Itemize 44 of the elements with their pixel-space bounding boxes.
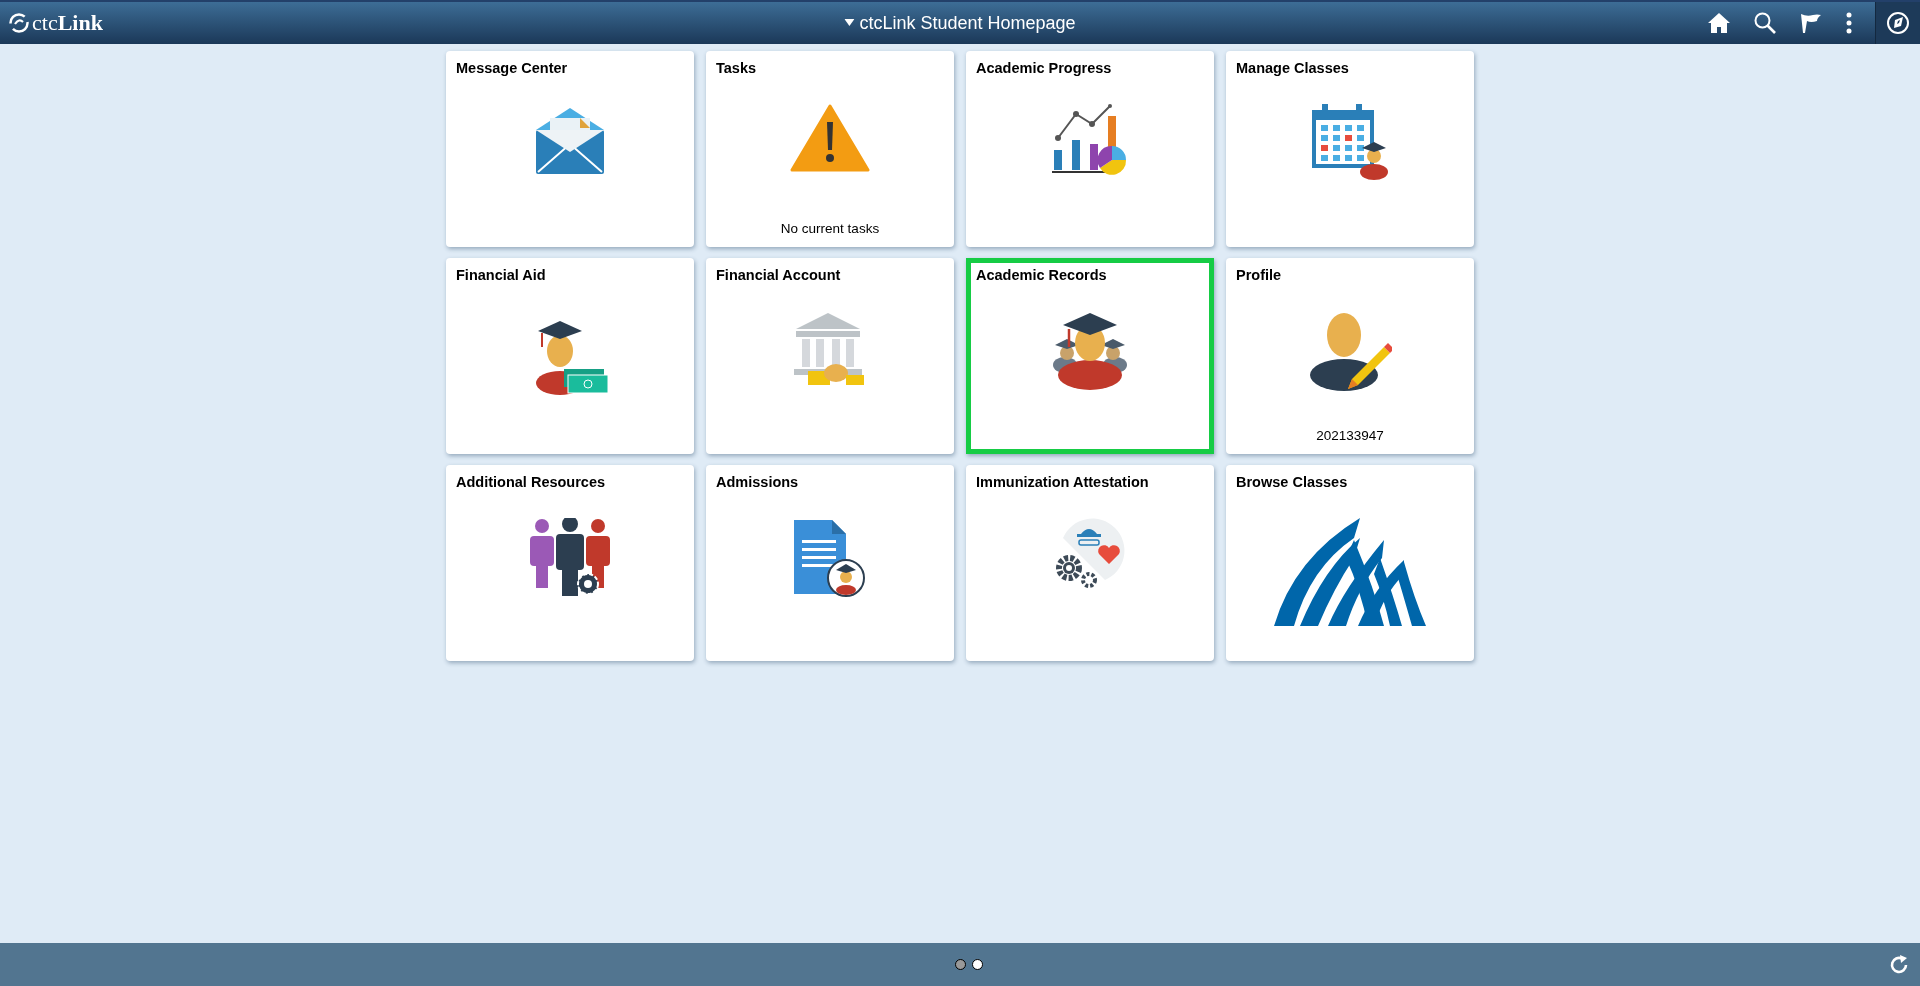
tile-title: Financial Aid [456, 267, 546, 283]
more-icon[interactable] [1845, 11, 1853, 35]
tile[interactable]: Message Center [446, 51, 694, 247]
tile[interactable]: Academic Records [966, 258, 1214, 454]
flag-icon[interactable] [1799, 11, 1823, 35]
tile[interactable]: Academic Progress [966, 51, 1214, 247]
logo-text: ctcLink [32, 10, 103, 36]
arches-logo-icon [1274, 518, 1426, 626]
home-icon[interactable] [1707, 11, 1731, 35]
tile-note: No current tasks [780, 221, 880, 236]
warning-icon [790, 104, 870, 172]
tile-title: Profile [1236, 267, 1282, 283]
tile[interactable]: Profile 202133947 [1226, 258, 1474, 454]
logo-icon [8, 12, 30, 34]
tile-title: Immunization Attestation [976, 474, 1149, 490]
tile-title: Browse Classes [1236, 474, 1348, 490]
tile[interactable]: Additional Resources [446, 465, 694, 661]
tile[interactable]: Immunization Attestation [966, 465, 1214, 661]
tile-title: Academic Records [976, 267, 1107, 283]
page-dot[interactable] [972, 959, 983, 970]
page-title: ctcLink Student Homepage [859, 12, 1076, 34]
tile[interactable]: Financial Aid [446, 258, 694, 454]
tile-title: Financial Account [716, 267, 841, 283]
tile-title: Additional Resources [456, 474, 606, 490]
tile[interactable]: Financial Account [706, 258, 954, 454]
people-gear-icon [528, 518, 612, 598]
calendar-icon [1310, 104, 1390, 180]
tile[interactable]: Manage Classes [1226, 51, 1474, 247]
caret-icon[interactable] [844, 19, 855, 27]
tile-title: Message Center [456, 60, 568, 76]
search-icon[interactable] [1753, 11, 1777, 35]
page-dot[interactable] [955, 959, 966, 970]
document-graduate-icon [792, 518, 868, 598]
compass-icon[interactable] [1886, 11, 1910, 35]
tile-title: Academic Progress [976, 60, 1112, 76]
tile-note: 202133947 [1316, 428, 1384, 443]
tile[interactable]: Admissions [706, 465, 954, 661]
profile-edit-icon [1308, 311, 1392, 393]
tile[interactable]: Browse Classes [1226, 465, 1474, 661]
tile-title: Tasks [716, 60, 757, 76]
refresh-icon[interactable] [1888, 953, 1910, 976]
tile-title: Manage Classes [1236, 60, 1349, 76]
tile[interactable]: Tasks No current tasks [706, 51, 954, 247]
tile-title: Admissions [716, 474, 799, 490]
